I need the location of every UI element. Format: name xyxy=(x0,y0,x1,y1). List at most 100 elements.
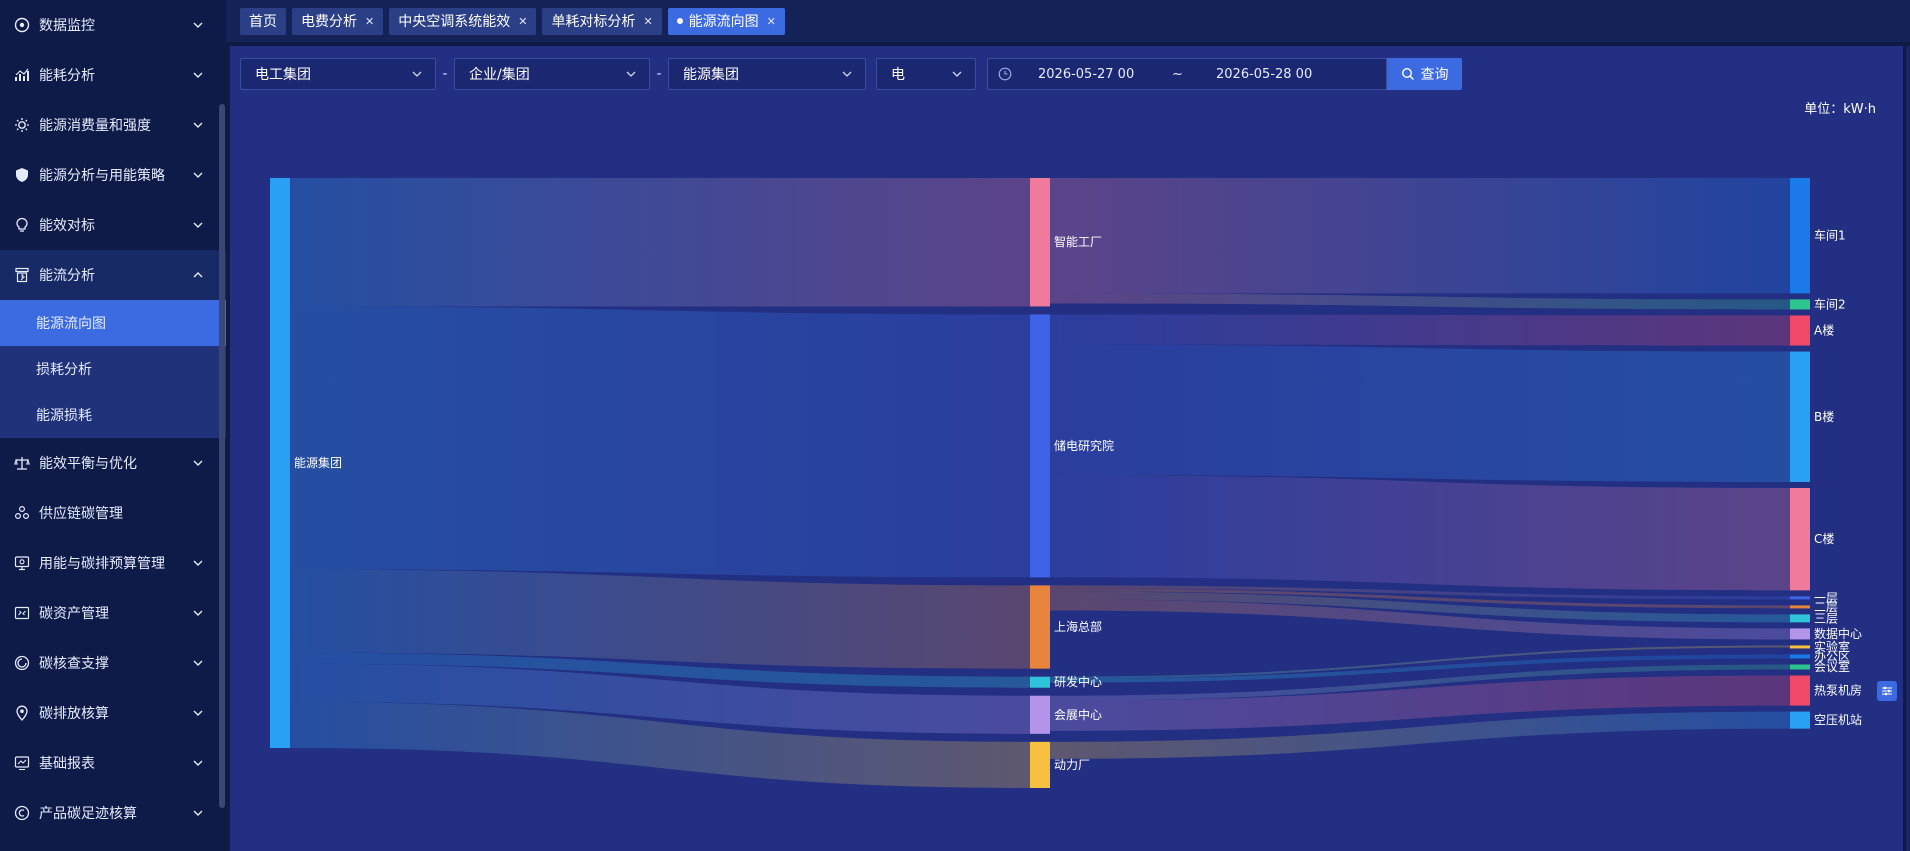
location-icon xyxy=(14,705,30,721)
select-value: 电工集团 xyxy=(255,67,311,83)
settings-float-button[interactable] xyxy=(1877,681,1897,701)
close-icon[interactable]: ✕ xyxy=(767,15,776,28)
chevron-down-icon xyxy=(192,457,204,469)
verify-icon xyxy=(14,655,30,671)
sidebar-item-label: 能源消费量和强度 xyxy=(39,118,151,134)
sidebar-subitem-energy-loss[interactable]: 能源损耗 xyxy=(0,392,226,438)
main-scrollbar[interactable] xyxy=(1906,46,1910,851)
chevron-down-icon xyxy=(192,19,204,31)
tab-electricity-cost[interactable]: 电费分析 ✕ xyxy=(292,7,384,35)
chevron-down-icon xyxy=(192,707,204,719)
chevron-down-icon xyxy=(411,68,423,80)
query-label: 查询 xyxy=(1420,67,1449,83)
sidebar-item-carbon-accounting[interactable]: 碳排放核算 xyxy=(0,688,226,738)
chevron-down-icon xyxy=(841,68,853,80)
chevron-up-icon xyxy=(192,269,204,281)
tab-hvac-efficiency[interactable]: 中央空调系统能效 ✕ xyxy=(389,7,537,35)
budget-icon xyxy=(14,555,30,571)
search-icon xyxy=(1401,67,1414,80)
sidebar-item-reports[interactable]: 基础报表 xyxy=(0,738,226,788)
chevron-down-icon xyxy=(192,119,204,131)
sidebar-item-label: 碳排放核算 xyxy=(39,706,109,722)
tab-label: 首页 xyxy=(249,14,277,30)
filter-separator: - xyxy=(442,66,448,82)
active-dot-icon xyxy=(676,18,683,24)
monitor-icon xyxy=(14,17,30,33)
sidebar-subitem-flow-chart[interactable]: 能源流向图 xyxy=(0,300,226,346)
sidebar-item-carbon-verify[interactable]: 碳核查支撑 xyxy=(0,638,226,688)
sidebar-item-label: 碳核查支撑 xyxy=(39,656,109,672)
date-separator: ~ xyxy=(1172,66,1183,82)
sidebar-item-carbon-asset[interactable]: 碳资产管理 xyxy=(0,588,226,638)
tab-unit-consumption[interactable]: 单耗对标分析 ✕ xyxy=(542,7,662,35)
chevron-down-icon xyxy=(192,757,204,769)
sliders-icon xyxy=(1882,686,1892,696)
chevron-down-icon xyxy=(192,807,204,819)
date-start[interactable]: 2026-05-27 00 xyxy=(1038,67,1166,82)
chart-icon xyxy=(14,67,30,83)
chevron-down-icon xyxy=(192,169,204,181)
balance-icon xyxy=(14,455,30,471)
sidebar-item-label: 能流分析 xyxy=(39,268,95,284)
sidebar-item-label: 碳资产管理 xyxy=(39,606,109,622)
chevron-down-icon xyxy=(192,607,204,619)
sidebar-item-label: 用能与碳排预算管理 xyxy=(39,556,165,572)
close-icon[interactable]: ✕ xyxy=(643,15,652,28)
sidebar-item-label: 能效平衡与优化 xyxy=(39,456,137,472)
tab-label: 电费分析 xyxy=(301,14,357,30)
select-value: 电 xyxy=(891,67,905,83)
select-value: 能源集团 xyxy=(683,67,739,83)
tab-energy-flow[interactable]: 能源流向图 ✕ xyxy=(667,7,785,35)
flow-icon xyxy=(14,267,30,283)
close-icon[interactable]: ✕ xyxy=(365,15,374,28)
chevron-down-icon xyxy=(625,68,637,80)
sidebar-item-data-monitor[interactable]: 数据监控 xyxy=(0,0,226,50)
bulb-icon xyxy=(14,217,30,233)
chevron-down-icon xyxy=(192,69,204,81)
main-panel xyxy=(230,46,1903,851)
sidebar-item-flow-analysis[interactable]: 能流分析 xyxy=(0,250,226,300)
sidebar-item-label: 能耗分析 xyxy=(39,68,95,84)
select-value: 企业/集团 xyxy=(469,67,530,83)
chevron-down-icon xyxy=(951,68,963,80)
shield-icon xyxy=(14,167,30,183)
sidebar-item-label: 供应链碳管理 xyxy=(39,506,123,522)
date-end[interactable]: 2026-05-28 00 xyxy=(1216,67,1312,82)
org-select[interactable]: 能源集团 xyxy=(668,58,866,90)
sidebar-item-strategy[interactable]: 能源分析与用能策略 xyxy=(0,150,226,200)
supply-icon xyxy=(14,505,30,521)
sidebar-item-benchmark[interactable]: 能效对标 xyxy=(0,200,226,250)
tab-home[interactable]: 首页 xyxy=(240,7,286,35)
sun-icon xyxy=(14,117,30,133)
filter-bar: 电工集团 - 企业/集团 - 能源集团 电 xyxy=(240,58,976,90)
sidebar-item-consumption[interactable]: 能源消费量和强度 xyxy=(0,100,226,150)
date-range-picker[interactable]: 2026-05-27 00 ~ 2026-05-28 00 xyxy=(987,58,1387,90)
sidebar-item-footprint[interactable]: 产品碳足迹核算 xyxy=(0,788,226,838)
close-icon[interactable]: ✕ xyxy=(518,15,527,28)
group-select[interactable]: 电工集团 xyxy=(240,58,436,90)
level-select[interactable]: 企业/集团 xyxy=(454,58,650,90)
tab-label: 中央空调系统能效 xyxy=(398,14,511,30)
sidebar-item-energy-analysis[interactable]: 能耗分析 xyxy=(0,50,226,100)
sidebar-subitem-loss-analysis[interactable]: 损耗分析 xyxy=(0,346,226,392)
sidebar-item-label: 能源分析与用能策略 xyxy=(39,168,165,184)
energy-type-select[interactable]: 电 xyxy=(876,58,976,90)
sidebar-item-label: 能效对标 xyxy=(39,218,95,234)
sidebar: 数据监控 能耗分析 能源消费量和强度 能源分析与用能策略 能效对标 能流分析 能… xyxy=(0,0,226,851)
query-button[interactable]: 查询 xyxy=(1387,58,1462,90)
chevron-down-icon xyxy=(192,557,204,569)
sidebar-item-label: 数据监控 xyxy=(39,18,95,34)
sidebar-item-balance[interactable]: 能效平衡与优化 xyxy=(0,438,226,488)
chevron-down-icon xyxy=(192,219,204,231)
sidebar-scrollbar[interactable] xyxy=(219,104,225,808)
chevron-down-icon xyxy=(192,657,204,669)
sidebar-item-label: 产品碳足迹核算 xyxy=(39,806,137,822)
unit-label: 单位：kW·h xyxy=(1804,102,1876,117)
sidebar-item-supply-chain[interactable]: 供应链碳管理 xyxy=(0,488,226,538)
footprint-icon xyxy=(14,805,30,821)
report-icon xyxy=(14,755,30,771)
flow-analysis-submenu: 能源流向图 损耗分析 能源损耗 xyxy=(0,300,226,438)
tab-label: 能源流向图 xyxy=(688,14,759,30)
filter-separator: - xyxy=(656,66,662,82)
sidebar-item-budget[interactable]: 用能与碳排预算管理 xyxy=(0,538,226,588)
